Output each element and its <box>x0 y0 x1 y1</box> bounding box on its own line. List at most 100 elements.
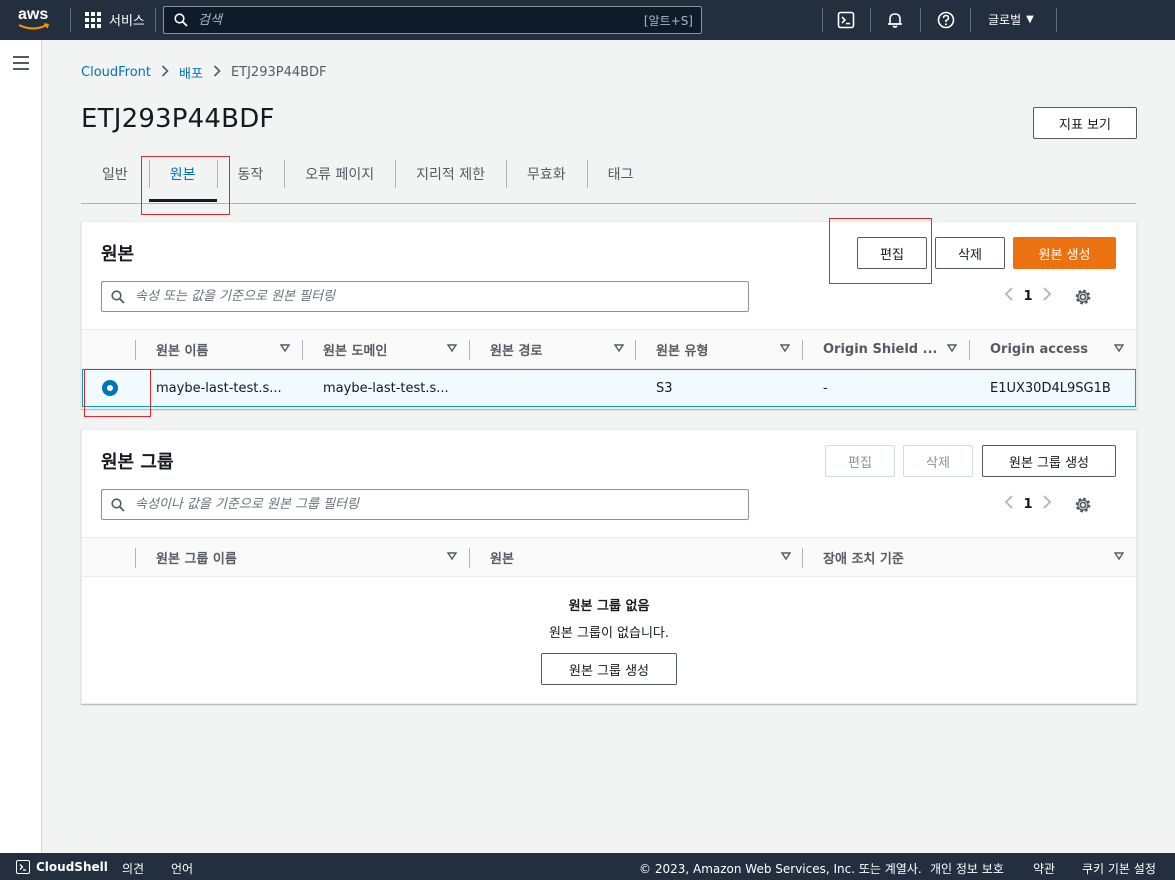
delete-origin-button[interactable]: 삭제 <box>935 237 1005 269</box>
sort-caret-icon <box>1114 552 1124 560</box>
search-icon <box>111 289 125 304</box>
tab-general[interactable]: 일반 <box>81 158 149 190</box>
search-icon <box>174 13 188 27</box>
caret-down-icon: ▼ <box>1026 14 1034 25</box>
column-label: 원본 이름 <box>156 344 209 359</box>
tab-bar: 일반 원본 동작 오류 페이지 지리적 제한 무효화 태그 <box>81 158 1136 204</box>
sort-caret-icon <box>781 552 791 560</box>
gear-icon[interactable] <box>1074 496 1092 514</box>
empty-create-origin-group-button[interactable]: 원본 그룹 생성 <box>541 653 677 685</box>
current-page-number[interactable]: 1 <box>1021 289 1035 304</box>
tab-tags[interactable]: 태그 <box>586 158 655 190</box>
origins-table-header: 원본 이름 원본 도메인 원본 경로 원본 유형 Origin Shield .… <box>82 329 1136 369</box>
column-label: 원본 유형 <box>656 344 709 359</box>
previous-page-icon[interactable] <box>997 494 1021 515</box>
sort-caret-icon <box>780 344 790 352</box>
cloudshell-icon[interactable] <box>837 11 855 29</box>
column-header-origin-path[interactable]: 원본 경로 <box>470 330 636 369</box>
column-header-origins[interactable]: 원본 <box>470 538 803 577</box>
delete-origin-group-button[interactable]: 삭제 <box>903 445 973 477</box>
column-label: 원본 <box>490 552 514 567</box>
edit-origin-button[interactable]: 편집 <box>857 237 927 269</box>
footer-cloudshell-link[interactable]: CloudShell <box>16 860 108 874</box>
cell-origin-access: E1UX30D4L9SG1B <box>990 380 1111 396</box>
column-label: 원본 경로 <box>490 344 543 359</box>
nav-divider <box>155 8 156 32</box>
next-page-icon[interactable] <box>1035 286 1059 307</box>
column-header-failover-criteria[interactable]: 장애 조치 기준 <box>803 538 1136 577</box>
nav-divider <box>920 8 921 32</box>
edit-origin-group-button[interactable]: 편집 <box>825 445 895 477</box>
tab-error-pages[interactable]: 오류 페이지 <box>284 158 395 190</box>
table-row[interactable]: maybe-last-test.s... maybe-last-test.s..… <box>82 369 1136 407</box>
nav-divider <box>70 8 71 32</box>
aws-logo-text: aws <box>18 6 49 23</box>
footer-terms-link[interactable]: 약관 <box>1033 860 1055 877</box>
column-label: Origin Shield ... <box>823 342 938 357</box>
origin-groups-filter-input[interactable] <box>135 497 695 512</box>
current-page-number[interactable]: 1 <box>1021 497 1035 512</box>
gear-icon[interactable] <box>1074 288 1092 306</box>
row-select-radio[interactable] <box>102 380 118 396</box>
services-label: 서비스 <box>109 14 145 29</box>
help-icon[interactable] <box>937 11 955 29</box>
tab-geo-restrictions[interactable]: 지리적 제한 <box>395 158 506 190</box>
search-input[interactable] <box>198 12 618 28</box>
nav-divider <box>870 8 871 32</box>
page-title: ETJ293P44BDF <box>81 104 275 134</box>
breadcrumb-distributions-link[interactable]: 배포 <box>179 63 203 82</box>
region-label: 글로벌 <box>988 13 1022 27</box>
cloudshell-icon <box>16 860 30 874</box>
menu-hamburger-icon[interactable] <box>13 56 29 74</box>
tab-behaviors[interactable]: 동작 <box>216 158 285 190</box>
view-metrics-button[interactable]: 지표 보기 <box>1033 107 1137 139</box>
nav-divider <box>822 8 823 32</box>
notifications-bell-icon[interactable] <box>886 11 904 29</box>
create-origin-group-button[interactable]: 원본 그룹 생성 <box>982 445 1116 477</box>
top-navigation: aws 서비스 [알트+S] 글로벌 <box>0 0 1175 40</box>
services-menu[interactable]: 서비스 <box>85 10 145 29</box>
nav-divider <box>970 8 971 32</box>
footer-language-link[interactable]: 언어 <box>171 860 193 877</box>
previous-page-icon[interactable] <box>997 286 1021 307</box>
sort-caret-icon <box>1114 344 1124 352</box>
column-header-origin-group-name[interactable]: 원본 그룹 이름 <box>136 538 469 577</box>
search-icon <box>111 497 125 512</box>
footer-copyright: © 2023, Amazon Web Services, Inc. 또는 계열사… <box>639 862 922 876</box>
footer-feedback-link[interactable]: 의견 <box>122 860 144 877</box>
footer-cookie-preferences-link[interactable]: 쿠키 기본 설정 <box>1082 860 1156 877</box>
tab-invalidations[interactable]: 무효화 <box>506 158 587 190</box>
tab-origins[interactable]: 원본 <box>148 158 217 202</box>
sort-caret-icon <box>447 344 457 352</box>
column-header-origin-type[interactable]: 원본 유형 <box>636 330 802 369</box>
global-search[interactable]: [알트+S] <box>163 6 702 34</box>
column-header-origin-shield[interactable]: Origin Shield ... <box>803 330 969 369</box>
origins-filter-input[interactable] <box>135 289 695 304</box>
origin-groups-filter[interactable] <box>101 489 749 520</box>
origins-filter[interactable] <box>101 281 749 312</box>
cell-origin-name: maybe-last-test.s... <box>156 380 282 396</box>
create-origin-button[interactable]: 원본 생성 <box>1013 237 1116 269</box>
column-header-origin-domain[interactable]: 원본 도메인 <box>303 330 469 369</box>
cell-origin-type: S3 <box>656 380 673 396</box>
column-label: Origin access <box>990 342 1088 357</box>
sort-caret-icon <box>614 344 624 352</box>
grid-icon <box>85 11 101 28</box>
next-page-icon[interactable] <box>1035 494 1059 515</box>
aws-smile-icon <box>18 23 50 30</box>
cell-origin-shield: - <box>823 380 828 396</box>
footer-privacy-link[interactable]: 개인 정보 보호 <box>930 860 1004 877</box>
aws-logo[interactable]: aws <box>18 7 52 33</box>
breadcrumb-cloudfront-link[interactable]: CloudFront <box>81 65 151 80</box>
sort-caret-icon <box>280 344 290 352</box>
nav-divider <box>1056 8 1057 32</box>
column-header-origin-name[interactable]: 원본 이름 <box>136 330 302 369</box>
chevron-right-icon <box>213 64 221 81</box>
footer: CloudShell 의견 언어 © 2023, Amazon Web Serv… <box>0 853 1175 880</box>
column-header-origin-access[interactable]: Origin access <box>970 330 1136 369</box>
region-selector[interactable]: 글로벌 ▼ <box>988 11 1034 28</box>
search-shortcut-hint: [알트+S] <box>643 14 693 28</box>
origin-groups-panel: 원본 그룹 편집 삭제 원본 그룹 생성 1 원본 그룹 이름 원본 <box>81 429 1137 704</box>
column-label: 원본 도메인 <box>323 344 388 359</box>
breadcrumb: CloudFront 배포 ETJ293P44BDF <box>81 63 327 82</box>
